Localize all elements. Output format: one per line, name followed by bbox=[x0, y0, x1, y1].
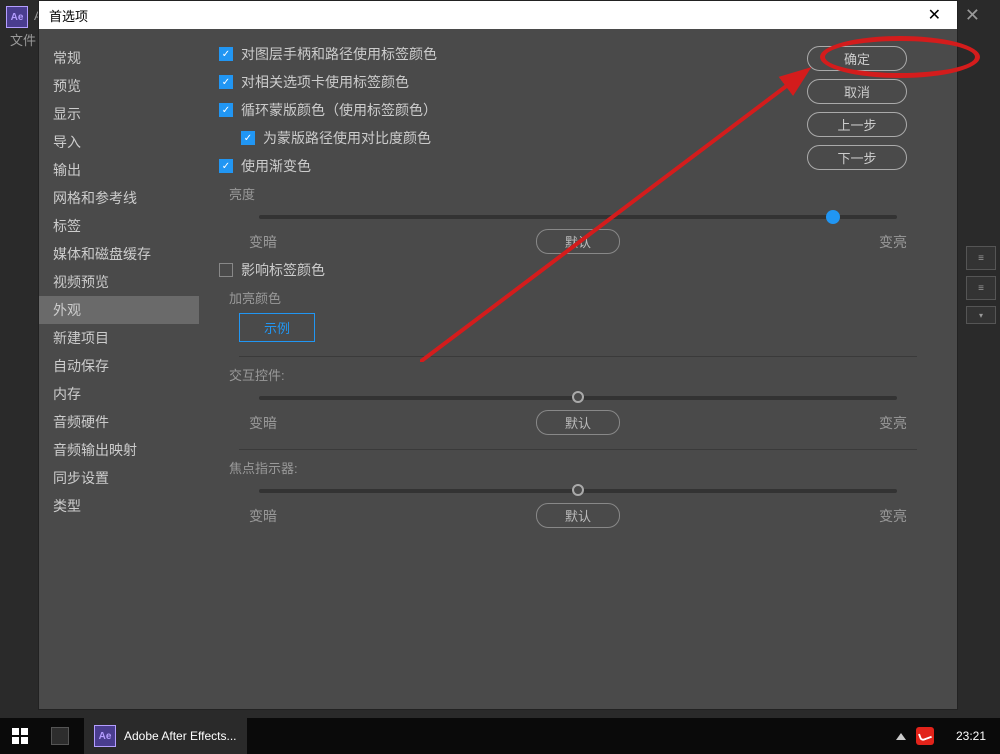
next-button[interactable]: 下一步 bbox=[807, 145, 907, 170]
panel-dropdown-icon[interactable]: ▾ bbox=[966, 306, 996, 324]
highlight-color-label: 加亮颜色 bbox=[229, 288, 937, 307]
interactive-lighter-label: 变亮 bbox=[879, 413, 907, 433]
checkbox-layer-handles-label: 对图层手柄和路径使用标签颜色 bbox=[241, 44, 437, 64]
taskbar-right: 23:21 bbox=[886, 727, 1000, 745]
prev-button[interactable]: 上一步 bbox=[807, 112, 907, 137]
preferences-sidebar: 常规 预览 显示 导入 输出 网格和参考线 标签 媒体和磁盘缓存 视频预览 外观… bbox=[39, 29, 199, 709]
interactive-darker-label: 变暗 bbox=[249, 413, 277, 433]
start-button[interactable] bbox=[0, 718, 40, 754]
example-button[interactable]: 示例 bbox=[239, 313, 315, 342]
ae-app-icon-bg: Ae bbox=[6, 6, 28, 28]
sidebar-item-general[interactable]: 常规 bbox=[39, 44, 199, 72]
panel-menu-icon[interactable]: ≡ bbox=[966, 246, 996, 270]
tray-app-icon[interactable] bbox=[916, 727, 934, 745]
sidebar-item-display[interactable]: 显示 bbox=[39, 100, 199, 128]
checkbox-gradients-label: 使用渐变色 bbox=[241, 156, 311, 176]
focus-slider-handle[interactable] bbox=[572, 484, 584, 496]
tray-expand-icon[interactable] bbox=[896, 733, 906, 740]
brightness-lighter-label: 变亮 bbox=[879, 232, 907, 252]
panel-list-icon[interactable]: ≡ bbox=[966, 276, 996, 300]
checkbox-cycle-mask[interactable]: ✓ bbox=[219, 103, 233, 117]
focus-slider[interactable] bbox=[259, 489, 897, 493]
sidebar-item-memory[interactable]: 内存 bbox=[39, 380, 199, 408]
checkbox-affect-labels[interactable] bbox=[219, 263, 233, 277]
brightness-slider-handle[interactable] bbox=[826, 210, 840, 224]
checkbox-cycle-mask-label: 循环蒙版颜色（使用标签颜色） bbox=[241, 100, 437, 120]
taskbar: Ae Adobe After Effects... 23:21 bbox=[0, 718, 1000, 754]
checkbox-related-tabs-label: 对相关选项卡使用标签颜色 bbox=[241, 72, 409, 92]
interactive-controls-label: 交互控件: bbox=[229, 365, 937, 384]
clock-label[interactable]: 23:21 bbox=[956, 729, 986, 743]
sidebar-item-labels[interactable]: 标签 bbox=[39, 212, 199, 240]
brightness-label: 亮度 bbox=[229, 184, 937, 203]
brightness-darker-label: 变暗 bbox=[249, 232, 277, 252]
brightness-default-button[interactable]: 默认 bbox=[536, 229, 620, 254]
focus-indicator-label: 焦点指示器: bbox=[229, 458, 937, 477]
sidebar-item-audio-output[interactable]: 音频输出映射 bbox=[39, 436, 199, 464]
checkbox-affect-labels-label: 影响标签颜色 bbox=[241, 260, 325, 280]
windows-icon bbox=[12, 728, 28, 744]
checkbox-layer-handles[interactable]: ✓ bbox=[219, 47, 233, 61]
focus-darker-label: 变暗 bbox=[249, 506, 277, 526]
checkbox-mask-contrast-label: 为蒙版路径使用对比度颜色 bbox=[263, 128, 431, 148]
preferences-dialog: 首选项 ✕ 常规 预览 显示 导入 输出 网格和参考线 标签 媒体和磁盘缓存 视… bbox=[38, 0, 958, 710]
sidebar-item-new-project[interactable]: 新建项目 bbox=[39, 324, 199, 352]
checkbox-gradients[interactable]: ✓ bbox=[219, 159, 233, 173]
taskbar-app-label: Adobe After Effects... bbox=[124, 729, 237, 743]
dialog-title: 首选项 bbox=[49, 6, 88, 25]
cancel-button[interactable]: 取消 bbox=[807, 79, 907, 104]
sidebar-item-video-preview[interactable]: 视频预览 bbox=[39, 268, 199, 296]
divider-2 bbox=[239, 449, 917, 450]
ae-icon: Ae bbox=[94, 725, 116, 747]
sidebar-item-auto-save[interactable]: 自动保存 bbox=[39, 352, 199, 380]
focus-lighter-label: 变亮 bbox=[879, 506, 907, 526]
sidebar-item-appearance[interactable]: 外观 bbox=[39, 296, 199, 324]
focus-default-button[interactable]: 默认 bbox=[536, 503, 620, 528]
sidebar-item-grids[interactable]: 网格和参考线 bbox=[39, 184, 199, 212]
dialog-close-button[interactable]: ✕ bbox=[922, 5, 947, 25]
checkbox-mask-contrast[interactable]: ✓ bbox=[241, 131, 255, 145]
sidebar-item-media-cache[interactable]: 媒体和磁盘缓存 bbox=[39, 240, 199, 268]
sidebar-item-output[interactable]: 输出 bbox=[39, 156, 199, 184]
interactive-default-button[interactable]: 默认 bbox=[536, 410, 620, 435]
checkbox-related-tabs[interactable]: ✓ bbox=[219, 75, 233, 89]
sidebar-item-import[interactable]: 导入 bbox=[39, 128, 199, 156]
ok-button[interactable]: 确定 bbox=[807, 46, 907, 71]
taskbar-app-ae[interactable]: Ae Adobe After Effects... bbox=[84, 718, 247, 754]
bg-close-icon[interactable]: ✕ bbox=[965, 5, 980, 26]
dialog-buttons-panel: 确定 取消 上一步 下一步 bbox=[807, 46, 907, 170]
sidebar-item-sync-settings[interactable]: 同步设置 bbox=[39, 464, 199, 492]
sidebar-item-audio-hardware[interactable]: 音频硬件 bbox=[39, 408, 199, 436]
dialog-titlebar: 首选项 ✕ bbox=[39, 1, 957, 29]
sidebar-item-preview[interactable]: 预览 bbox=[39, 72, 199, 100]
brightness-slider[interactable] bbox=[259, 215, 897, 219]
sidebar-item-type[interactable]: 类型 bbox=[39, 492, 199, 520]
divider-1 bbox=[239, 356, 917, 357]
task-view-button[interactable] bbox=[40, 718, 80, 754]
bg-menu-file[interactable]: 文件 bbox=[10, 30, 36, 49]
interactive-slider-handle[interactable] bbox=[572, 391, 584, 403]
interactive-slider[interactable] bbox=[259, 396, 897, 400]
